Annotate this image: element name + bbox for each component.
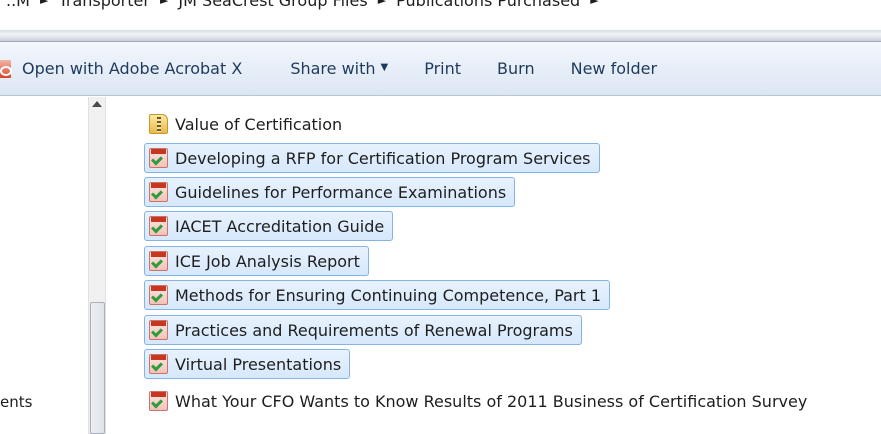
breadcrumb-item[interactable]: Transporter xyxy=(58,0,150,10)
new-folder-label: New folder xyxy=(570,59,658,78)
zip-folder-icon xyxy=(149,114,168,134)
command-toolbar: Open with Adobe Acrobat X Share with ▼ P… xyxy=(0,42,881,96)
file-name: IACET Accreditation Guide xyxy=(175,216,385,236)
file-name: Virtual Presentations xyxy=(175,354,342,374)
breadcrumb-separator-icon[interactable]: ► xyxy=(590,0,598,13)
scroll-up-arrow-icon[interactable] xyxy=(92,101,102,107)
file-name: What Your CFO Wants to Know Results of 2… xyxy=(175,391,808,411)
file-name: Value of Certification xyxy=(175,114,343,134)
pdf-icon xyxy=(149,148,168,168)
file-item[interactable]: ICE Job Analysis Report xyxy=(144,246,369,276)
file-item[interactable]: Virtual Presentations xyxy=(144,349,351,379)
file-name: Developing a RFP for Certification Progr… xyxy=(175,148,591,168)
acrobat-icon xyxy=(0,59,12,78)
breadcrumb: ..M ► Transporter ► JM SeaCrest Group Fi… xyxy=(6,0,599,10)
breadcrumb-item[interactable]: JM SeaCrest Group Files xyxy=(178,0,367,10)
breadcrumb-separator-icon[interactable]: ► xyxy=(160,0,168,13)
breadcrumb-item[interactable]: ..M xyxy=(6,0,30,10)
breadcrumb-item[interactable]: Publications Purchased xyxy=(396,0,580,10)
file-item[interactable]: Developing a RFP for Certification Progr… xyxy=(144,143,600,173)
pdf-icon xyxy=(149,320,168,340)
file-name: Practices and Requirements of Renewal Pr… xyxy=(175,320,573,340)
share-with-label: Share with xyxy=(290,59,376,78)
address-bar[interactable]: ..M ► Transporter ► JM SeaCrest Group Fi… xyxy=(0,0,881,30)
pdf-icon xyxy=(149,391,168,411)
scrollbar-thumb[interactable] xyxy=(90,302,105,434)
file-item[interactable]: Practices and Requirements of Renewal Pr… xyxy=(144,315,582,345)
file-name: ICE Job Analysis Report xyxy=(175,251,360,271)
print-button[interactable]: Print xyxy=(412,51,473,87)
file-name: Guidelines for Performance Examinations xyxy=(175,182,507,202)
toolbar-divider xyxy=(0,30,881,42)
file-item[interactable]: Methods for Ensuring Continuing Competen… xyxy=(144,280,611,310)
new-folder-button[interactable]: New folder xyxy=(559,51,669,87)
pdf-icon xyxy=(149,216,168,236)
pdf-icon xyxy=(149,251,168,271)
pdf-icon xyxy=(149,354,168,374)
burn-button[interactable]: Burn xyxy=(485,51,547,87)
pdf-icon xyxy=(149,285,168,305)
file-item[interactable]: What Your CFO Wants to Know Results of 2… xyxy=(144,386,816,416)
chevron-down-icon: ▼ xyxy=(380,62,389,73)
pdf-icon xyxy=(149,182,168,202)
burn-label: Burn xyxy=(497,59,535,78)
file-name: Methods for Ensuring Continuing Competen… xyxy=(175,285,602,305)
file-item[interactable]: Guidelines for Performance Examinations xyxy=(144,177,516,207)
print-label: Print xyxy=(424,59,462,78)
share-with-button[interactable]: Share with ▼ xyxy=(278,51,400,87)
nav-scrollbar[interactable] xyxy=(88,97,106,434)
breadcrumb-separator-icon[interactable]: ► xyxy=(40,0,48,13)
nav-item[interactable]: ents xyxy=(0,393,32,411)
open-with-button[interactable]: Open with Adobe Acrobat X xyxy=(0,51,254,87)
open-with-label: Open with Adobe Acrobat X xyxy=(22,59,243,78)
breadcrumb-separator-icon[interactable]: ► xyxy=(378,0,386,13)
file-item[interactable]: IACET Accreditation Guide xyxy=(144,211,394,241)
navigation-pane: ents xyxy=(0,97,88,434)
file-item[interactable]: Value of Certification xyxy=(144,109,351,139)
